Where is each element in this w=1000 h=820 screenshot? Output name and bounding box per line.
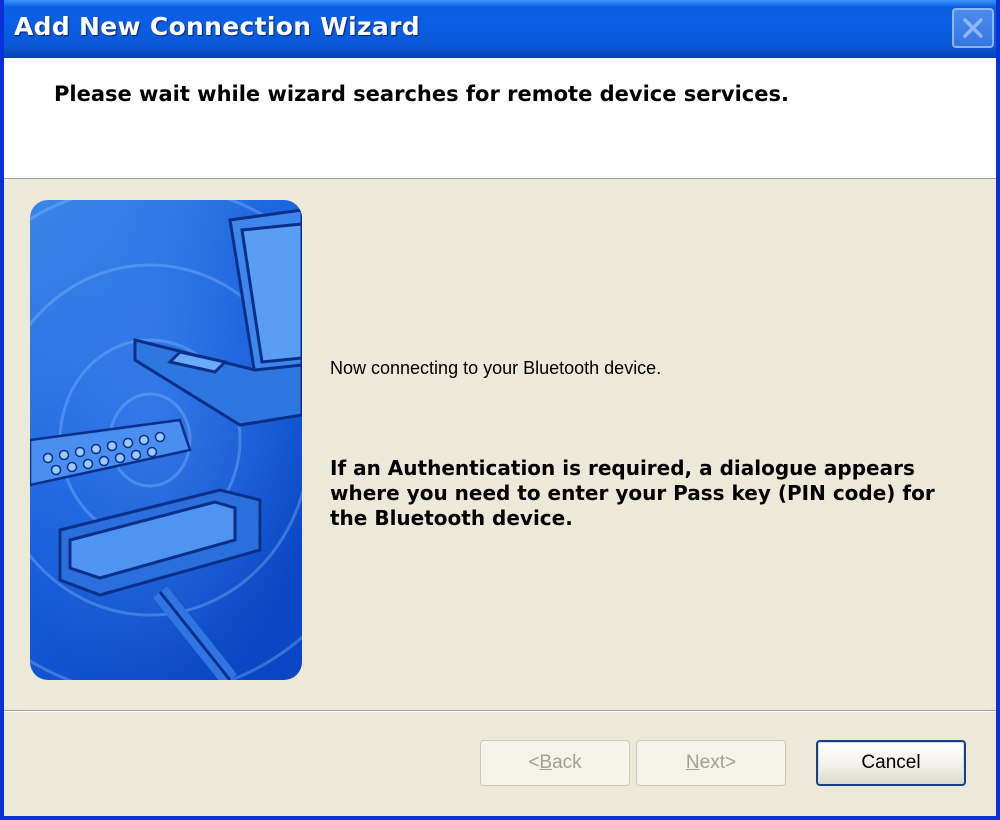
header-title: Please wait while wizard searches for re… [54, 82, 789, 106]
next-button[interactable]: Next > [636, 740, 786, 786]
cancel-button[interactable]: Cancel [816, 740, 966, 786]
next-button-suffix: > [724, 752, 737, 773]
next-button-label: ext [699, 752, 725, 773]
window-title: Add New Connection Wizard [14, 12, 420, 41]
authentication-message: If an Authentication is required, a dial… [330, 456, 935, 530]
wizard-header: Please wait while wizard searches for re… [4, 58, 996, 179]
footer-separator [4, 710, 996, 712]
back-button[interactable]: < Back [480, 740, 630, 786]
back-button-label: ack [552, 752, 582, 773]
next-button-mnemonic: N [685, 752, 700, 773]
bluetooth-laptop-illustration [30, 200, 302, 680]
back-button-prefix: < [528, 752, 540, 773]
status-message: Now connecting to your Bluetooth device. [330, 358, 662, 378]
wizard-window: Add New Connection Wizard Please wait wh… [0, 0, 1000, 820]
title-bar[interactable]: Add New Connection Wizard [4, 0, 996, 58]
close-button[interactable] [952, 8, 994, 48]
back-button-mnemonic: B [539, 752, 553, 773]
cancel-button-label: Cancel [861, 752, 921, 773]
